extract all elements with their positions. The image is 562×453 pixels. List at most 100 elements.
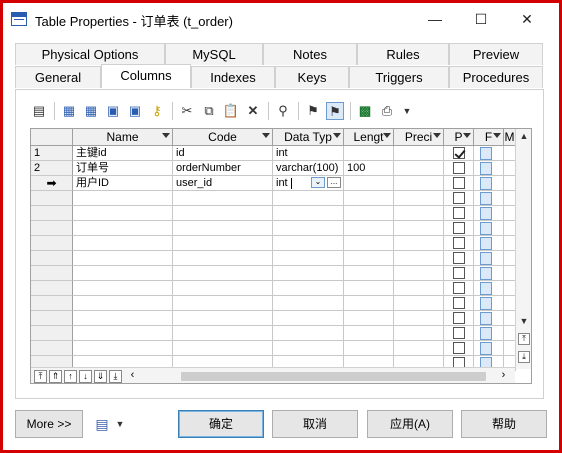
- code-cell[interactable]: [173, 326, 273, 341]
- move-down-icon[interactable]: ↓: [79, 370, 92, 383]
- page-settings-icon[interactable]: ▤: [93, 415, 111, 433]
- precision-cell[interactable]: [394, 176, 444, 191]
- excel-export-icon[interactable]: ▩: [356, 102, 374, 120]
- add-row-icon[interactable]: ▦: [60, 102, 78, 120]
- filter-active-icon[interactable]: ⚑: [326, 102, 344, 120]
- foreign-cell[interactable]: [474, 266, 504, 281]
- move-page-down-icon[interactable]: ⇓: [94, 370, 107, 383]
- foreign-key-checkbox[interactable]: [480, 282, 492, 295]
- tab-preview[interactable]: Preview: [449, 43, 543, 65]
- length-cell[interactable]: [344, 311, 394, 326]
- foreign-key-checkbox[interactable]: [480, 267, 492, 280]
- code-cell[interactable]: [173, 311, 273, 326]
- length-cell[interactable]: [344, 326, 394, 341]
- name-cell[interactable]: [73, 341, 173, 356]
- name-cell[interactable]: [73, 251, 173, 266]
- help-button[interactable]: 帮助: [461, 410, 547, 438]
- primary-checkbox[interactable]: [453, 237, 465, 249]
- length-cell[interactable]: [344, 176, 394, 191]
- primary-checkbox[interactable]: [453, 207, 465, 219]
- data-type-cell[interactable]: [273, 221, 344, 236]
- key-icon[interactable]: ⚷: [148, 102, 166, 120]
- data-type-combo[interactable]: ⌄...: [309, 177, 345, 190]
- dropdown-arrow-icon[interactable]: [433, 133, 441, 138]
- chevron-down-icon[interactable]: ⌄: [311, 177, 325, 188]
- data-type-cell[interactable]: [273, 266, 344, 281]
- primary-cell[interactable]: [444, 176, 474, 191]
- table-row[interactable]: [31, 206, 516, 221]
- cancel-button[interactable]: 取消: [272, 410, 358, 438]
- dropdown-arrow-icon[interactable]: [262, 133, 270, 138]
- name-cell[interactable]: [73, 206, 173, 221]
- precision-cell[interactable]: [394, 206, 444, 221]
- name-cell[interactable]: [73, 326, 173, 341]
- table-row[interactable]: [31, 281, 516, 296]
- foreign-key-checkbox[interactable]: [480, 252, 492, 265]
- primary-checkbox[interactable]: [453, 327, 465, 339]
- name-cell[interactable]: [73, 311, 173, 326]
- copy-icon[interactable]: ⧉: [200, 102, 218, 120]
- code-cell[interactable]: [173, 251, 273, 266]
- dropdown-arrow-icon[interactable]: [383, 133, 391, 138]
- foreign-cell[interactable]: [474, 296, 504, 311]
- move-first-icon[interactable]: ⤒: [34, 370, 47, 383]
- cut-icon[interactable]: ✂: [178, 102, 196, 120]
- precision-cell[interactable]: [394, 161, 444, 176]
- foreign-cell[interactable]: [474, 161, 504, 176]
- chevron-down-icon[interactable]: ▼: [114, 415, 126, 433]
- precision-cell[interactable]: [394, 326, 444, 341]
- print-icon[interactable]: ⎙: [378, 102, 396, 120]
- data-type-cell[interactable]: [273, 311, 344, 326]
- primary-cell[interactable]: [444, 221, 474, 236]
- code-column-header[interactable]: Code: [173, 129, 273, 146]
- code-cell[interactable]: [173, 281, 273, 296]
- maximize-button[interactable]: ☐: [459, 7, 503, 31]
- tab-keys[interactable]: Keys: [275, 66, 349, 88]
- data-type-cell[interactable]: [273, 251, 344, 266]
- data-type-cell[interactable]: [273, 191, 344, 206]
- delete-icon[interactable]: ✕: [244, 102, 262, 120]
- foreign-key-checkbox[interactable]: [480, 237, 492, 250]
- table-row[interactable]: [31, 296, 516, 311]
- foreign-key-checkbox[interactable]: [480, 177, 492, 190]
- length-cell[interactable]: [344, 281, 394, 296]
- tab-columns[interactable]: Columns: [101, 64, 191, 88]
- code-cell[interactable]: [173, 221, 273, 236]
- scroll-down-icon[interactable]: ▼: [516, 314, 531, 328]
- length-cell[interactable]: [344, 236, 394, 251]
- primary-checkbox[interactable]: [453, 282, 465, 294]
- chevron-down-icon[interactable]: ▼: [398, 102, 416, 120]
- primary-column-header[interactable]: P: [444, 129, 474, 146]
- data-type-cell[interactable]: int: [273, 146, 344, 161]
- precision-column-header[interactable]: Preci: [394, 129, 444, 146]
- data-type-cell[interactable]: [273, 236, 344, 251]
- dropdown-arrow-icon[interactable]: [463, 133, 471, 138]
- length-cell[interactable]: [344, 266, 394, 281]
- foreign-key-checkbox[interactable]: [480, 192, 492, 205]
- apply-button[interactable]: 应用(A): [367, 410, 453, 438]
- move-up-icon[interactable]: ↑: [64, 370, 77, 383]
- primary-cell[interactable]: [444, 236, 474, 251]
- length-cell[interactable]: [344, 341, 394, 356]
- precision-cell[interactable]: [394, 251, 444, 266]
- foreign-cell[interactable]: [474, 251, 504, 266]
- dropdown-arrow-icon[interactable]: [493, 133, 501, 138]
- length-cell[interactable]: [344, 251, 394, 266]
- primary-cell[interactable]: [444, 191, 474, 206]
- precision-cell[interactable]: [394, 236, 444, 251]
- primary-cell[interactable]: [444, 146, 474, 161]
- primary-checkbox[interactable]: [453, 267, 465, 279]
- foreign-key-checkbox[interactable]: [480, 222, 492, 235]
- primary-cell[interactable]: [444, 251, 474, 266]
- dropdown-arrow-icon[interactable]: [162, 133, 170, 138]
- length-cell[interactable]: [344, 146, 394, 161]
- name-cell[interactable]: 主键id: [73, 146, 173, 161]
- data-type-cell[interactable]: [273, 206, 344, 221]
- code-cell[interactable]: [173, 206, 273, 221]
- table-row[interactable]: [31, 341, 516, 356]
- primary-checkbox[interactable]: [453, 192, 465, 204]
- filter-icon[interactable]: ⚑: [304, 102, 322, 120]
- foreign-key-checkbox[interactable]: [480, 342, 492, 355]
- tab-general[interactable]: General: [15, 66, 101, 88]
- table-row[interactable]: [31, 326, 516, 341]
